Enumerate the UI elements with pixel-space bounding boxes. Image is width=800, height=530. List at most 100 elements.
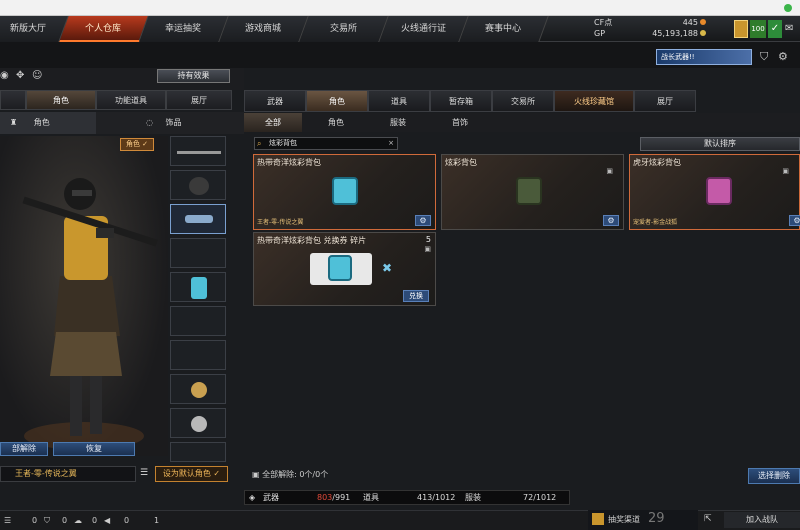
settings-icon[interactable]: ⚙ <box>789 215 800 226</box>
tab-new-lobby[interactable]: 新版大厅 <box>0 16 69 42</box>
backpack-icon <box>516 177 542 205</box>
gear-icon[interactable]: ⚙ <box>778 50 792 64</box>
subtab-character[interactable]: ♜ 角色 <box>0 112 96 134</box>
slot-charm-1[interactable] <box>170 374 226 404</box>
person-icon[interactable]: ☺ <box>32 70 44 82</box>
subtab-role[interactable]: 角色 <box>306 113 366 132</box>
gp-label: GP <box>594 29 606 38</box>
stack-icon: ◈ <box>249 493 256 502</box>
lock-icon: ▣ <box>782 167 789 175</box>
character-badge[interactable]: 角色 ✓ <box>120 138 154 151</box>
chat-icon[interactable]: ☁ <box>74 514 82 528</box>
tab-personal-warehouse[interactable]: 个人仓库 <box>59 16 149 42</box>
coin-icon <box>700 19 706 25</box>
tab-characters[interactable]: 角色 <box>306 90 368 112</box>
shield-icon[interactable]: ⛉ <box>760 50 774 64</box>
slot-belt[interactable] <box>170 340 226 370</box>
shield-small-icon[interactable]: ⛉ <box>44 514 50 528</box>
view-icon[interactable]: ◉ <box>0 70 12 82</box>
tab-character[interactable]: 角色 <box>26 90 96 110</box>
tab-showroom[interactable]: 展厅 <box>166 90 232 110</box>
capacity-items-value: 413/1012 <box>417 493 456 502</box>
subtab-clothing[interactable]: 服装 <box>368 113 428 132</box>
slot-charm-2[interactable] <box>170 408 226 438</box>
inventory-tabs: 武器 角色 道具 暂存箱 交易所 火线珍藏馆 展厅 <box>244 90 800 112</box>
restore-button[interactable]: 恢复 <box>53 442 135 456</box>
slot-helmet[interactable] <box>170 170 226 200</box>
item-title: 炫彩背包 <box>445 158 477 167</box>
move-icon[interactable]: ✥ <box>16 70 28 82</box>
capacity-items-label: 道具 <box>363 493 379 502</box>
join-team-button[interactable]: 加入战队 <box>724 512 800 528</box>
batch-delete-button[interactable]: 选择删除 <box>748 468 800 484</box>
mail-icon[interactable]: ✉ <box>785 20 800 38</box>
exchange-button[interactable]: 兑换 <box>403 290 429 302</box>
slot-gloves[interactable] <box>170 306 226 336</box>
tab-game-mall[interactable]: 游戏商城 <box>219 16 309 42</box>
capacity-clothing-label: 服装 <box>465 493 481 502</box>
check-icon[interactable]: ✓ <box>768 20 782 38</box>
subtab-jewelry[interactable]: 首饰 <box>430 113 490 132</box>
slot-goggles[interactable] <box>170 204 226 234</box>
set-default-character-button[interactable]: 设为默认角色 ✓ <box>155 466 228 482</box>
clear-icon[interactable]: × <box>388 138 394 149</box>
unequip-all-button[interactable]: 部解除 <box>0 442 48 456</box>
character-preview[interactable] <box>0 136 168 456</box>
owned-effects-button[interactable]: 持有效果 <box>157 69 230 83</box>
search-icon: ⌕ <box>257 139 262 148</box>
list-icon[interactable]: ☰ <box>140 468 152 480</box>
item-card[interactable]: 炫彩背包 ▣ ⚙ <box>441 154 624 230</box>
level-badge: 100 <box>750 20 766 38</box>
equipment-slots <box>168 136 230 462</box>
tab-event-center[interactable]: 赛事中心 <box>459 16 549 42</box>
lock-icon: ▣ <box>606 167 613 175</box>
settings-icon[interactable]: ⚙ <box>603 215 619 226</box>
tab-storage[interactable]: 暂存箱 <box>430 90 492 112</box>
slot-backpack[interactable] <box>170 272 226 302</box>
tab-battle-pass[interactable]: 火线通行证 <box>379 16 469 42</box>
subtab-accessory[interactable]: ◌ 饰品 <box>140 112 210 134</box>
character-name: 王者-零-传说之翼 <box>0 466 136 482</box>
tab-function-items[interactable]: 功能道具 <box>96 90 166 110</box>
item-card[interactable]: 热带奇洋炫彩背包 王者-零-传说之翼 ⚙ <box>253 154 436 230</box>
sort-button[interactable]: 默认排序 <box>640 137 800 151</box>
figure-icon: ♜ <box>10 118 18 127</box>
left-tabs: 角色 功能道具 展厅 <box>0 90 244 110</box>
slot-badge[interactable] <box>170 442 226 462</box>
lock-icon: ▣ <box>424 245 431 253</box>
capacity-weapons-value: 803/991 <box>317 493 351 502</box>
currency-panel: CF点 445 GP 45,193,188 <box>594 17 734 41</box>
search-input[interactable]: ⌕ 炫彩背包 × <box>254 137 398 150</box>
channel-indicator[interactable]: 抽奖渠道 29 <box>588 510 698 530</box>
item-owner: 王者-零-传说之翼 <box>257 219 304 226</box>
sound-icon[interactable]: ◀ <box>104 514 110 528</box>
tab-weapons[interactable]: 武器 <box>244 90 306 112</box>
settings-icon[interactable]: ⚙ <box>415 215 431 226</box>
gp-value: 45,193,188 <box>652 29 698 38</box>
tab-partial[interactable] <box>0 90 26 110</box>
character-figure <box>22 178 158 450</box>
tab-trade[interactable]: 交易所 <box>492 90 554 112</box>
slot-weapon[interactable] <box>170 136 226 166</box>
subtab-all[interactable]: 全部 <box>244 113 302 132</box>
capacity-weapons-label: 武器 <box>263 493 279 502</box>
ring-icon: ◌ <box>146 118 153 127</box>
slot-vest[interactable] <box>170 238 226 268</box>
item-card[interactable]: 虎牙炫彩背包 ▣ 宠爱者-影金战狐 ⚙ <box>629 154 800 230</box>
friends-icon[interactable]: ☰ <box>4 514 11 528</box>
rank-icon[interactable] <box>734 20 748 38</box>
promo-banner[interactable]: 战长武器!! <box>656 49 752 65</box>
expand-icon[interactable]: ⇱ <box>704 514 712 524</box>
left-subtabs: ♜ 角色 ◌ 饰品 <box>0 112 244 134</box>
item-title: 热带奇洋炫彩背包 <box>257 158 321 167</box>
cf-label: CF点 <box>594 18 613 27</box>
tab-lucky-draw[interactable]: 幸运抽奖 <box>139 16 229 42</box>
cf-row: CF点 445 <box>594 17 734 28</box>
tab-collection[interactable]: 火线珍藏馆 <box>554 90 634 112</box>
capacity-bar: ◈ 武器 803/991 道具 413/1012 服装 72/1012 <box>244 490 570 505</box>
tab-items[interactable]: 道具 <box>368 90 430 112</box>
item-card[interactable]: 热带奇洋炫彩背包 兑换券 碎片 5 ▣ ✖ 兑换 <box>253 232 436 306</box>
tab-showroom-right[interactable]: 展厅 <box>634 90 696 112</box>
tab-exchange[interactable]: 交易所 <box>299 16 389 42</box>
item-owner: 宠爱者-影金战狐 <box>633 219 678 226</box>
